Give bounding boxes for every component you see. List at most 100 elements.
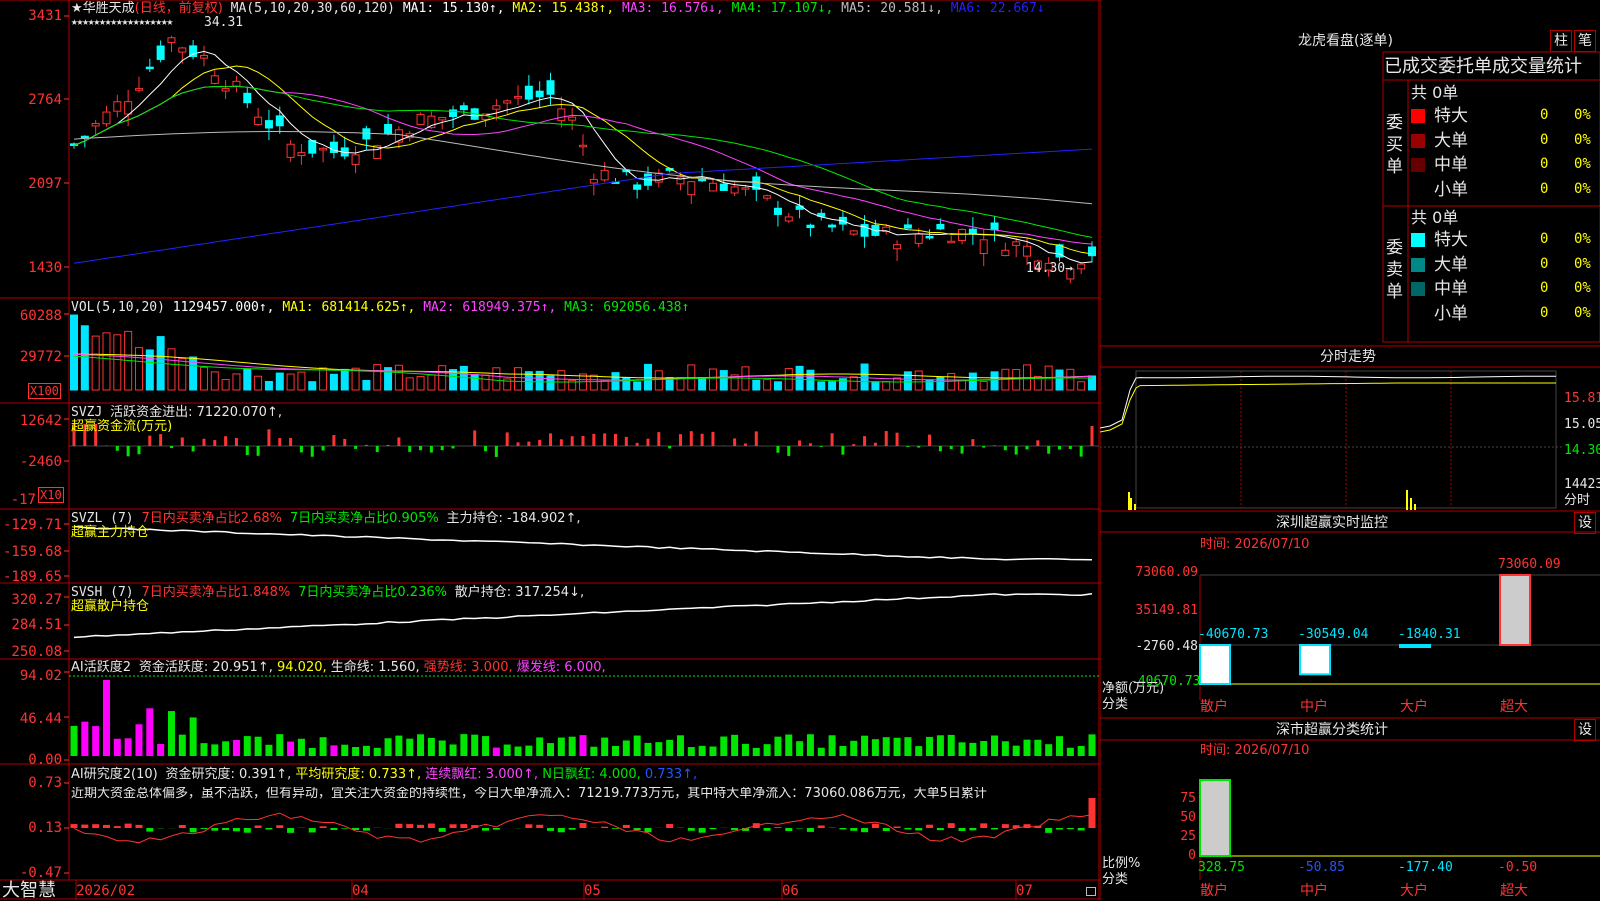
svzj-bar	[809, 443, 812, 446]
air-tick-0: 0.73	[0, 775, 62, 791]
ai-bar	[146, 708, 153, 756]
candle-body	[417, 114, 424, 124]
ai-bar	[807, 734, 814, 756]
svzl-label-white: 主力持仓: -184.902↑,	[447, 511, 581, 526]
class-value-1: -50.85	[1298, 861, 1345, 875]
main-chart-svg	[0, 0, 1100, 900]
research-bar	[341, 828, 348, 829]
svzj-bar	[246, 446, 249, 455]
svzj-bar	[354, 446, 357, 449]
monitor-ylabel-1: 分类	[1102, 698, 1128, 712]
ai-bar	[590, 747, 597, 756]
ai-tick-0: 94.02	[0, 668, 62, 684]
bar-mode-button[interactable]: 柱	[1550, 30, 1572, 52]
svsh-tick-1: 284.51	[0, 617, 62, 633]
monitor-bar	[1300, 645, 1330, 674]
svzj-bar	[387, 445, 390, 446]
research-bar	[493, 828, 500, 830]
air-label-0: 资金研究度: 0.391↑,	[166, 767, 296, 782]
ai-bar	[222, 741, 229, 756]
main-chart-area[interactable]: ★华胜天成(日线，前复权) MA(5,10,20,30,60,120) MA1:…	[0, 0, 1100, 900]
price-panel-header: ★华胜天成(日线，前复权) MA(5,10,20,30,60,120) MA1:…	[71, 2, 1045, 16]
air-label-2: 连续飘红: 3.000↑,	[425, 767, 542, 782]
class-value-3: -0.50	[1498, 861, 1537, 875]
right-panels-svg	[1100, 0, 1600, 900]
ai-bar	[1024, 740, 1031, 756]
research-bar	[222, 828, 229, 830]
stock-name[interactable]: ★华胜天成	[71, 1, 135, 16]
vol-unit[interactable]: X100	[28, 383, 61, 399]
ai-bar	[904, 737, 911, 756]
price-tick-0: 3431	[0, 8, 62, 24]
candle-body	[255, 117, 262, 124]
monitor-settings-button[interactable]: 设	[1574, 512, 1596, 534]
period-label[interactable]: (日线，前复权)	[135, 1, 223, 16]
x-tick-2: 05	[584, 884, 601, 898]
fenshi-tick-0: 15.81	[1564, 392, 1600, 406]
app-logo[interactable]: 大智慧	[2, 881, 56, 900]
research-bar	[439, 828, 446, 832]
ai-bar	[991, 735, 998, 756]
candle-body	[774, 208, 781, 214]
candle-body	[1002, 250, 1009, 255]
candle-body	[785, 217, 792, 221]
research-bar	[135, 825, 142, 828]
candle-body	[915, 234, 922, 243]
volume-bar	[135, 348, 142, 390]
research-bar	[525, 824, 532, 828]
ai-bar	[1013, 746, 1020, 756]
ai-bar	[276, 734, 283, 756]
research-bar	[623, 825, 630, 828]
research-bar	[1067, 828, 1074, 829]
svzj-bar	[235, 438, 238, 446]
ai-bar	[1089, 734, 1096, 756]
svzl-subtitle: 超赢主力持仓	[71, 526, 149, 540]
ai-bar	[471, 735, 478, 756]
research-bar	[309, 828, 316, 832]
class-settings-button[interactable]: 设	[1574, 719, 1596, 741]
candle-body	[937, 224, 944, 228]
volume-bar	[287, 374, 294, 390]
candle-body	[709, 183, 716, 191]
sell-label-1: 大单	[1434, 255, 1468, 275]
tick-mode-button[interactable]: 笔	[1574, 30, 1596, 52]
candle-body	[179, 48, 186, 52]
research-bar	[785, 828, 792, 831]
volume-bar	[374, 365, 381, 390]
svzj-bar	[148, 436, 151, 446]
ai-bar	[460, 734, 467, 756]
svzj-bar	[289, 438, 292, 446]
svzj-bar	[733, 438, 736, 446]
research-bar	[330, 828, 337, 830]
candle-body	[764, 196, 771, 198]
ai-bar	[569, 737, 576, 756]
monitor-category-3: 超大	[1500, 700, 1528, 714]
ai-bar	[839, 746, 846, 756]
volume-bar	[309, 382, 316, 390]
candle-body	[276, 116, 283, 126]
class-ylabel-0: 比例%	[1102, 857, 1140, 871]
info-stars[interactable]: ★★★★★★★★★★★★★★★★★★	[71, 15, 172, 29]
research-bar	[872, 824, 879, 828]
sell-swatch-0	[1411, 233, 1425, 247]
research-bar	[688, 828, 695, 831]
research-bar	[699, 828, 706, 833]
svzj-title: SVZJ	[71, 405, 102, 420]
ai-header: AI活跃度2 资金活跃度: 20.951↑, 94.020, 生命线: 1.56…	[71, 661, 606, 675]
sell-swatch-2	[1411, 282, 1425, 296]
air-label-3: N日飘红: 4.000,	[542, 767, 645, 782]
ai-bar	[330, 745, 337, 756]
volume-bar	[233, 374, 240, 390]
volume-bar	[894, 378, 901, 390]
svzj-unit[interactable]: X10	[38, 487, 64, 503]
svzj-bar	[452, 446, 455, 448]
ai-bar	[417, 734, 424, 756]
ai-bar	[374, 748, 381, 756]
ai-bar	[1034, 740, 1041, 756]
vol-tick-0: 60288	[0, 308, 62, 324]
lock-icon[interactable]	[1086, 887, 1096, 896]
volume-bar	[103, 333, 110, 390]
volume-bar	[764, 380, 771, 390]
x-tick-4: 07	[1016, 884, 1033, 898]
ai-bar	[937, 735, 944, 756]
